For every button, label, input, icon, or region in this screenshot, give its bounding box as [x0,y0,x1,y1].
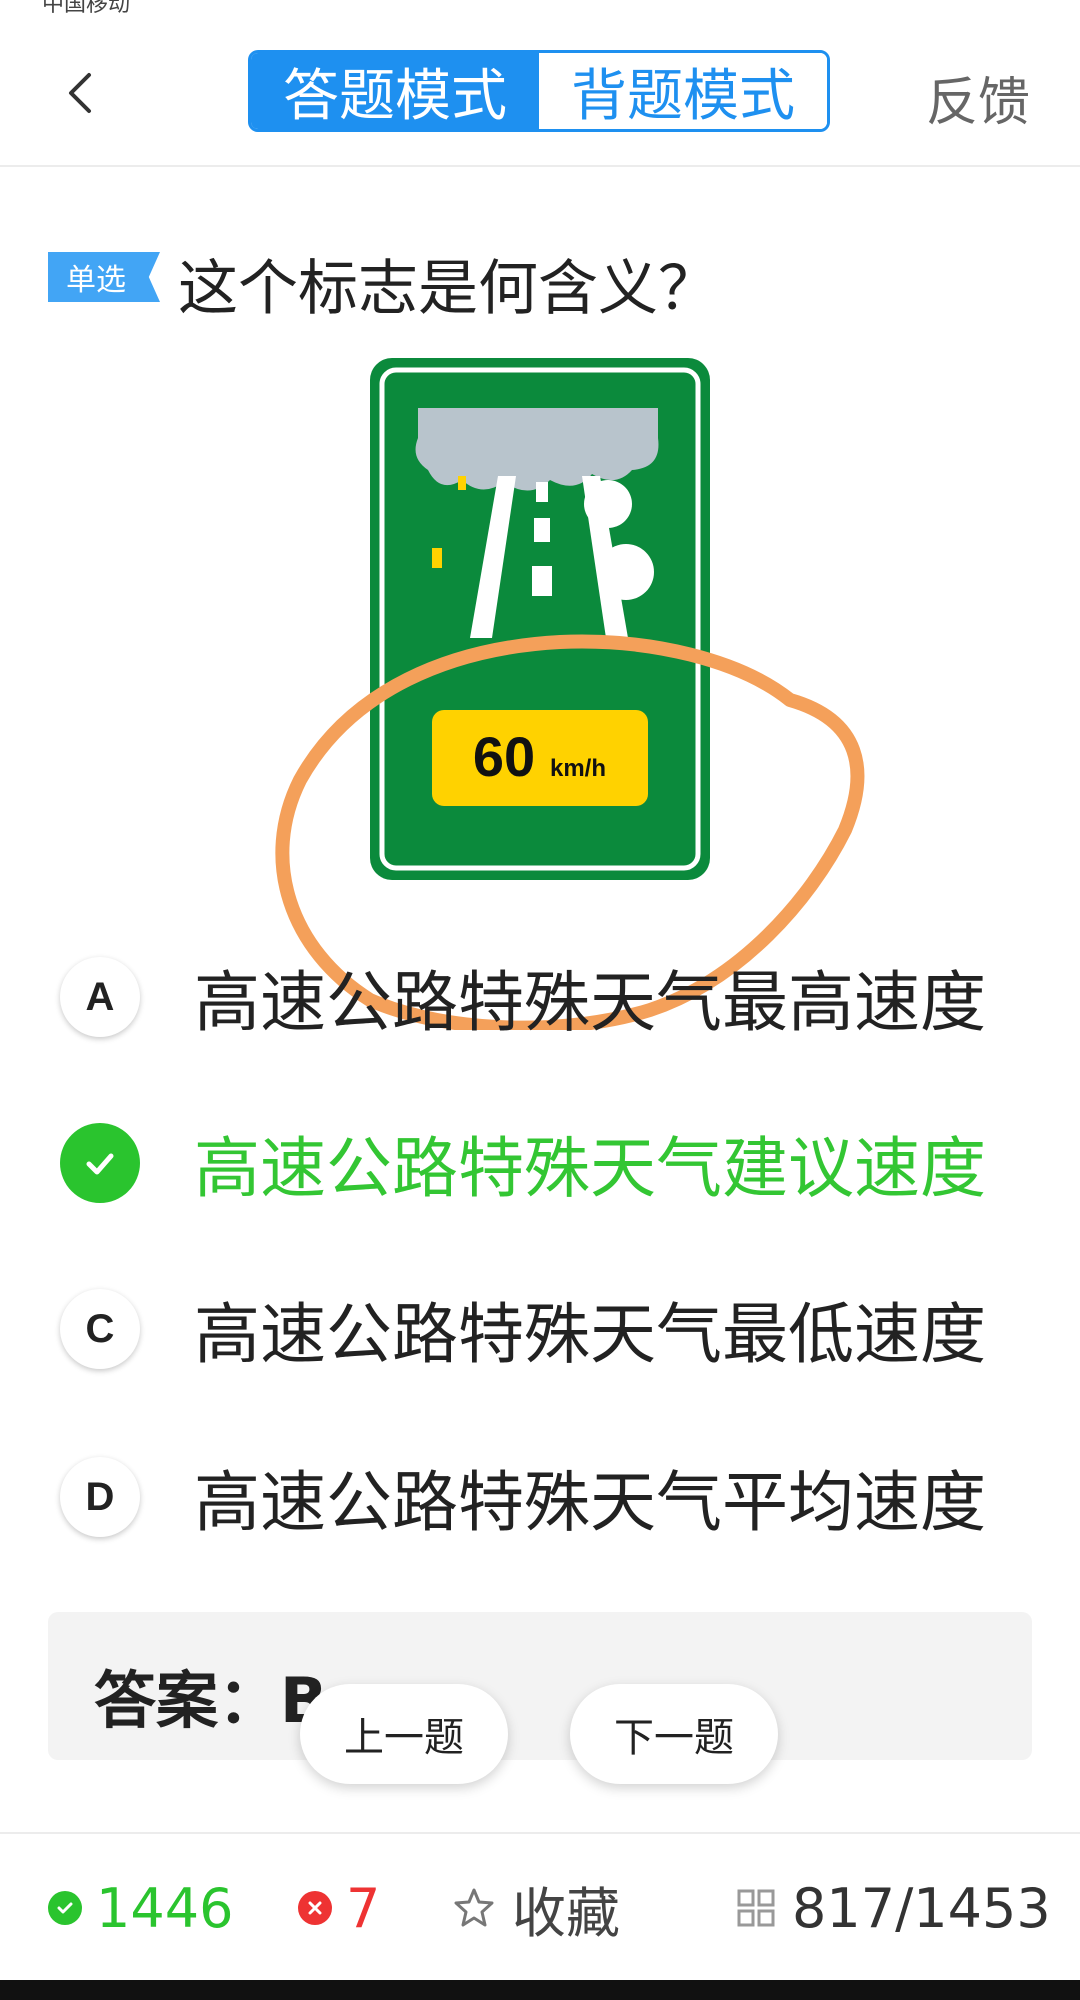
progress-stat[interactable]: 817/1453 [736,1876,1051,1940]
carrier-label: 中国移动 [42,0,131,17]
favorite-button[interactable]: 收藏 [452,1876,620,1945]
wrong-count-stat[interactable]: 7 [298,1876,380,1940]
option-correct-badge [60,1123,140,1203]
correct-count: 1446 [96,1876,234,1940]
option-letter-badge: D [60,1457,140,1537]
option-c[interactable]: C 高速公路特殊天气最低速度 [60,1284,1060,1374]
answer-text: 答案：B [94,1664,328,1737]
system-nav-bar [0,1980,1080,2000]
option-b[interactable]: 高速公路特殊天气建议速度 [60,1118,1060,1208]
correct-count-stat[interactable]: 1446 [48,1876,233,1940]
wrong-count: 7 [346,1876,381,1940]
back-button[interactable] [60,68,100,118]
option-text: 高速公路特殊天气平均速度 [194,1464,986,1541]
next-question-button[interactable]: 下一题 [570,1684,778,1784]
check-icon [86,1153,114,1175]
option-letter-badge: C [60,1289,140,1369]
check-circle-icon [48,1891,82,1925]
option-text: 高速公路特殊天气建议速度 [194,1130,986,1207]
favorite-label: 收藏 [512,1881,620,1945]
option-a[interactable]: A 高速公路特殊天气最高速度 [60,952,1060,1042]
question-type-badge: 单选 [48,252,160,302]
footer-divider [0,1832,1080,1834]
grid-icon [737,1889,775,1927]
prev-question-button[interactable]: 上一题 [300,1684,508,1784]
tab-answer-mode[interactable]: 答题模式 [251,53,539,129]
tab-memorize-mode[interactable]: 背题模式 [539,53,827,129]
x-circle-icon [298,1891,332,1925]
chevron-left-icon [69,73,91,113]
option-text: 高速公路特殊天气最低速度 [194,1296,986,1373]
progress-count: 817/1453 [792,1876,1051,1940]
option-text: 高速公路特殊天气最高速度 [194,964,986,1041]
star-icon [454,1888,494,1927]
question-text: 这个标志是何含义？ [178,254,718,324]
option-letter-badge: A [60,957,140,1037]
option-d[interactable]: D 高速公路特殊天气平均速度 [60,1452,1060,1542]
mode-switch: 答题模式 背题模式 [248,50,830,132]
header-divider [0,165,1080,167]
feedback-button[interactable]: 反馈 [926,60,1030,135]
